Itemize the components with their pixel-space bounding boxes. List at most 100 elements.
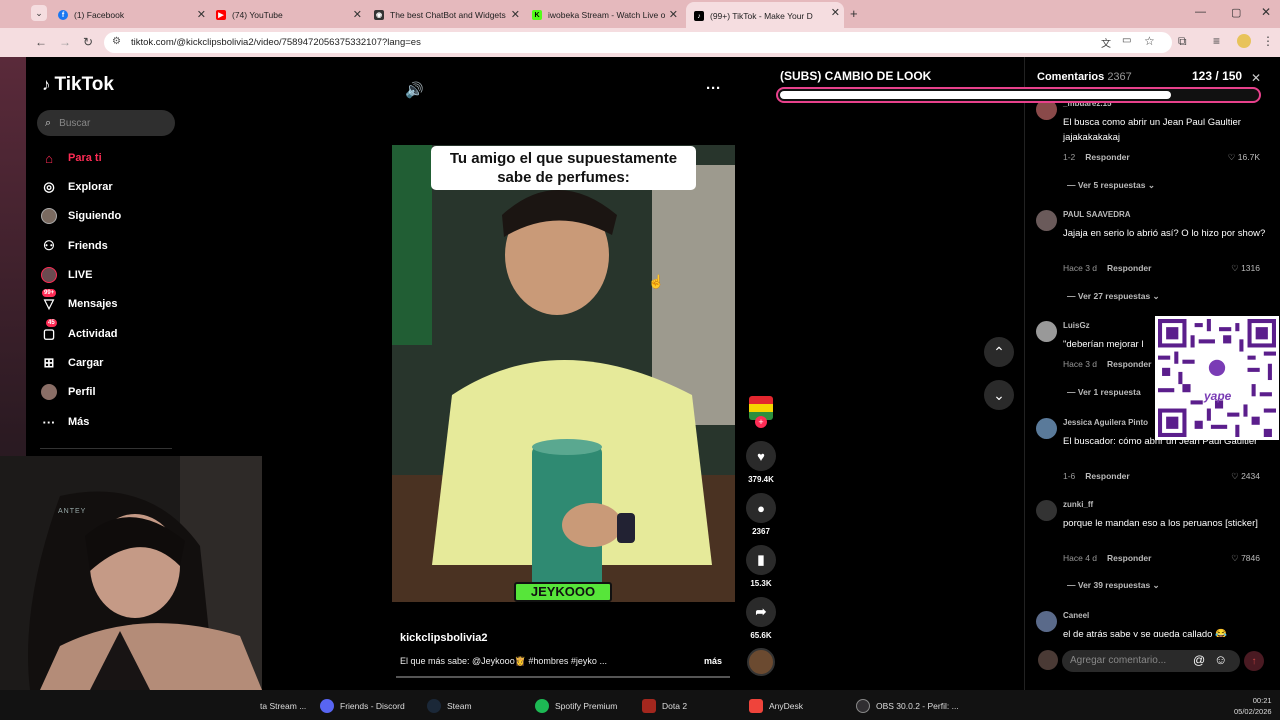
description-more-link[interactable]: más (704, 656, 722, 666)
share-icon[interactable]: ➦ (746, 597, 776, 627)
translate-icon[interactable]: 文 (1101, 35, 1111, 50)
follow-plus-icon[interactable]: + (755, 416, 767, 428)
nav-item-siguiendo[interactable]: Siguiendo (40, 205, 121, 227)
bookmark-star-icon[interactable]: ☆ (1144, 34, 1155, 48)
video-watermark: JEYKOOO (514, 582, 612, 602)
minimize-icon[interactable]: — (1195, 6, 1206, 18)
comment-likes[interactable]: ♡ 1316 (1231, 263, 1260, 274)
close-icon[interactable]: ✕ (831, 6, 840, 19)
reload-icon[interactable]: ↻ (83, 35, 93, 49)
bookmark-icon[interactable]: ▮ (746, 545, 776, 575)
nav-item-cargar[interactable]: ⊞ Cargar (40, 352, 104, 374)
browser-tab-kick[interactable]: K iwobeka Stream - Watch Live o ✕ (532, 4, 678, 26)
site-info-icon[interactable]: ⚙ (112, 36, 121, 47)
window-close-icon[interactable]: ✕ (1261, 5, 1271, 19)
video-options-icon[interactable]: ··· (706, 80, 721, 97)
url-text[interactable]: tiktok.com/@kickclipsbolivia2/video/7589… (131, 37, 421, 48)
view-replies-link[interactable]: — Ver 27 respuestas ⌄ (1067, 291, 1160, 302)
nav-item-live[interactable]: LIVE (40, 264, 92, 286)
profile-avatar[interactable] (1237, 34, 1251, 48)
taskbar-item[interactable]: OBS 30.0.2 - Perfil: ... (856, 696, 959, 716)
comment-icon[interactable]: ● (746, 493, 776, 523)
comment-likes[interactable]: ♡ 2434 (1231, 471, 1260, 482)
nav-item-mensajes[interactable]: ▽ 99+ Mensajes (40, 289, 118, 315)
close-icon[interactable]: ✕ (669, 8, 678, 21)
browser-tab-chatbot[interactable]: ◉ The best ChatBot and Widgets ✕ (374, 4, 520, 26)
save-action[interactable]: ▮ 15.3K (745, 545, 777, 588)
cast-icon[interactable]: ▭ (1122, 35, 1131, 46)
system-clock[interactable]: 00:21 05/02/2026 (1234, 695, 1272, 717)
reply-link[interactable]: Responder (1085, 471, 1129, 481)
nav-label: Siguiendo (68, 210, 122, 222)
avatar[interactable] (1036, 210, 1057, 231)
taskbar-item[interactable]: ta Stream ... (260, 696, 306, 716)
nav-item-mas[interactable]: ··· Más (40, 411, 90, 433)
mention-icon[interactable]: @ (1193, 653, 1205, 667)
extensions-icon[interactable]: ⧉ (1178, 34, 1187, 49)
nav-item-explorar[interactable]: ◎ Explorar (40, 176, 112, 198)
new-tab-icon[interactable]: + (850, 6, 858, 21)
volume-icon[interactable]: 🔊 (405, 81, 424, 99)
tiktok-logo[interactable]: ♪ TikTok (42, 74, 114, 96)
browser-tab-youtube[interactable]: ▶ (74) YouTube ✕ (216, 4, 362, 26)
tab-search-button[interactable]: ⌄ (31, 5, 47, 21)
send-comment-button[interactable]: ↑ (1244, 651, 1264, 671)
comment-time: Hace 4 d (1063, 553, 1098, 563)
close-icon[interactable]: ✕ (197, 8, 206, 21)
like-action[interactable]: ♥ 379.4K (745, 441, 777, 484)
comment-author[interactable]: Jessica Aguilera Pinto (1063, 418, 1148, 427)
share-action[interactable]: ➦ 65.6K (745, 597, 777, 640)
search-input[interactable]: ⌕ Buscar (37, 110, 175, 136)
avatar[interactable] (1036, 321, 1057, 342)
video-progress-bar[interactable] (396, 676, 730, 678)
video-author[interactable]: kickclipsbolivia2 (400, 632, 487, 644)
view-replies-link[interactable]: — Ver 1 respuesta (1067, 387, 1141, 397)
comment-author[interactable]: PAUL SAAVEDRA (1063, 210, 1131, 219)
nav-item-actividad[interactable]: ▢ 45 Actividad (40, 319, 118, 345)
search-icon: ⌕ (45, 116, 52, 129)
taskbar-item[interactable]: Dota 2 (642, 696, 687, 716)
messages-icon: ▽ 99+ (42, 289, 57, 311)
comment-likes[interactable]: ♡ 16.7K (1228, 152, 1260, 163)
avatar[interactable] (1036, 500, 1057, 521)
taskbar-item[interactable]: Spotify Premium (535, 696, 617, 716)
comment-author[interactable]: LuisGz (1063, 321, 1090, 330)
media-control-icon[interactable]: ≡ (1213, 34, 1220, 48)
reply-link[interactable]: Responder (1107, 359, 1151, 369)
reply-link[interactable]: Responder (1085, 152, 1129, 162)
previous-video-button[interactable]: ⌃ (984, 337, 1014, 367)
avatar[interactable] (1036, 611, 1057, 632)
view-replies-link[interactable]: — Ver 39 respuestas ⌄ (1067, 580, 1160, 591)
nav-item-friends[interactable]: ⚇ Friends (40, 235, 108, 257)
comment-action[interactable]: ● 2367 (745, 493, 777, 536)
comment-author[interactable]: Caneel (1063, 611, 1089, 620)
browser-tab-tiktok[interactable]: ♪ (99+) TikTok - Make Your D ✕ (686, 2, 844, 28)
reply-link[interactable]: Responder (1107, 553, 1151, 563)
maximize-icon[interactable]: ▢ (1231, 6, 1241, 19)
avatar[interactable] (1036, 418, 1057, 439)
goal-separator: / (1215, 69, 1219, 83)
taskbar-item[interactable]: Steam (427, 696, 472, 716)
more-icon: ··· (42, 414, 56, 430)
back-icon[interactable]: ← (35, 35, 47, 49)
emoji-icon[interactable]: ☺ (1214, 652, 1227, 667)
video-player[interactable] (392, 145, 735, 602)
reply-link[interactable]: Responder (1107, 263, 1151, 273)
tab-label: (1) Facebook (74, 10, 125, 20)
heart-icon[interactable]: ♥ (746, 441, 776, 471)
comment-author[interactable]: zunki_ff (1063, 500, 1093, 509)
nav-item-perfil[interactable]: Perfil (40, 381, 96, 403)
close-icon[interactable]: ✕ (511, 8, 520, 21)
close-icon[interactable]: ✕ (353, 8, 362, 21)
taskbar-item[interactable]: AnyDesk (749, 696, 803, 716)
forward-icon[interactable]: → (59, 35, 71, 49)
menu-icon[interactable]: ⋮ (1262, 34, 1274, 48)
music-disc-icon[interactable] (747, 648, 775, 676)
next-video-button[interactable]: ⌄ (984, 380, 1014, 410)
view-replies-link[interactable]: — Ver 5 respuestas ⌄ (1067, 180, 1155, 191)
comment-likes[interactable]: ♡ 7846 (1231, 553, 1260, 564)
browser-tab-facebook[interactable]: f (1) Facebook ✕ (58, 4, 206, 26)
nav-item-para-ti[interactable]: ⌂ Para ti (40, 147, 102, 169)
close-comments-icon[interactable]: ✕ (1251, 71, 1261, 85)
taskbar-item[interactable]: Friends - Discord (320, 696, 405, 716)
